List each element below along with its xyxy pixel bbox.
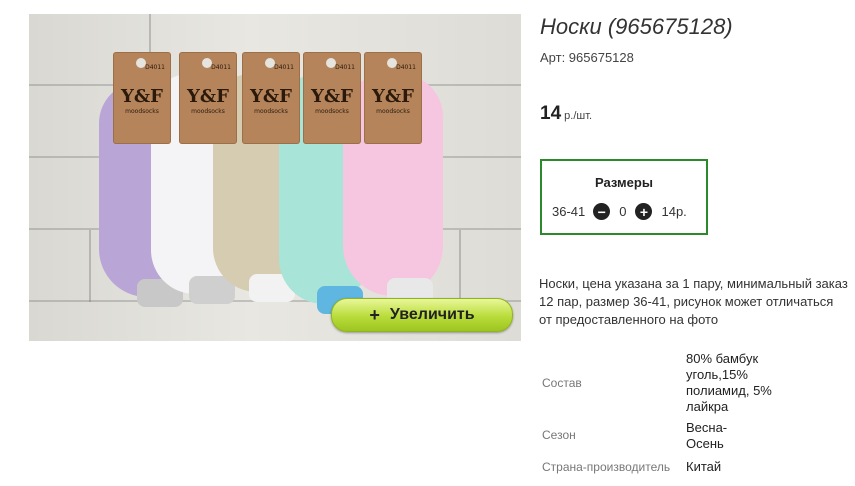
plus-circle-icon[interactable]: + (635, 203, 653, 220)
product-price: 14 р./шт. (540, 103, 592, 125)
product-title: Носки (965675128) (540, 14, 733, 39)
size-price: 14р. (661, 204, 687, 219)
product-article: Арт: 965675128 (540, 50, 634, 65)
plus-icon: + (369, 304, 380, 325)
property-name: Сезон (542, 428, 576, 442)
product-tag: D4011 Y&F moodsocks (179, 52, 237, 144)
minus-circle-icon[interactable]: − (593, 203, 611, 220)
wood-seam (459, 230, 461, 302)
zoom-button[interactable]: + Увеличить (331, 298, 513, 332)
wood-seam (89, 230, 91, 302)
product-tag: D4011 Y&F moodsocks (364, 52, 422, 144)
property-name: Состав (542, 376, 582, 390)
price-unit: р./шт. (564, 110, 593, 122)
sizes-title: Размеры (595, 175, 653, 190)
property-name: Страна-производитель (542, 460, 671, 474)
sizes-box: Размеры 36-41 − 0 + 14р. (540, 159, 708, 235)
property-value: Китай (686, 459, 722, 474)
product-image[interactable]: D4011 Y&F moodsocks D4011 Y&F moodsocks … (29, 14, 521, 341)
size-quantity[interactable]: 0 (619, 204, 626, 219)
property-value: Весна-Осень (686, 420, 728, 451)
product-tag: D4011 Y&F moodsocks (242, 52, 300, 144)
zoom-button-label: Увеличить (389, 306, 475, 323)
property-value: 80% бамбук уголь,15% полиамид, 5% лайкра (686, 351, 772, 414)
price-value: 14 (540, 103, 562, 124)
size-label: 36-41 (552, 204, 586, 219)
product-tag: D4011 Y&F moodsocks (303, 52, 361, 144)
size-row: 36-41 − 0 + 14р. (552, 203, 687, 220)
product-tag: D4011 Y&F moodsocks (113, 52, 171, 144)
product-description: Носки, цена указана за 1 пару, минимальн… (539, 276, 848, 327)
